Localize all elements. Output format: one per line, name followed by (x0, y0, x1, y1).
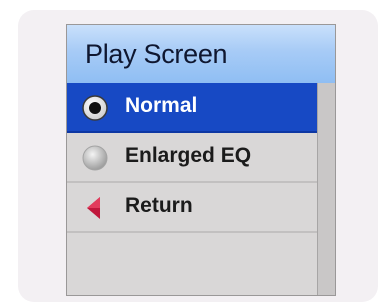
menu-item-return[interactable]: Return (67, 183, 317, 233)
menu-item-normal[interactable]: Normal (67, 83, 317, 133)
menu-list: Normal Enlarged EQ Return (67, 83, 317, 295)
menu-item-label: Return (125, 194, 193, 217)
menu-empty-area (67, 233, 317, 295)
title-bar: Play Screen (67, 25, 335, 83)
back-arrow-icon (87, 197, 100, 219)
menu-item-label: Normal (125, 94, 198, 117)
screen-title: Play Screen (85, 39, 228, 69)
scrollbar[interactable] (317, 83, 335, 295)
menu-item-enlarged-eq[interactable]: Enlarged EQ (67, 133, 317, 183)
menu-item-label: Enlarged EQ (125, 144, 252, 167)
play-screen-panel: Play Screen Normal Enlarged EQ Return (66, 24, 336, 296)
radio-unselected-icon (82, 145, 108, 171)
radio-selected-icon (82, 95, 108, 121)
